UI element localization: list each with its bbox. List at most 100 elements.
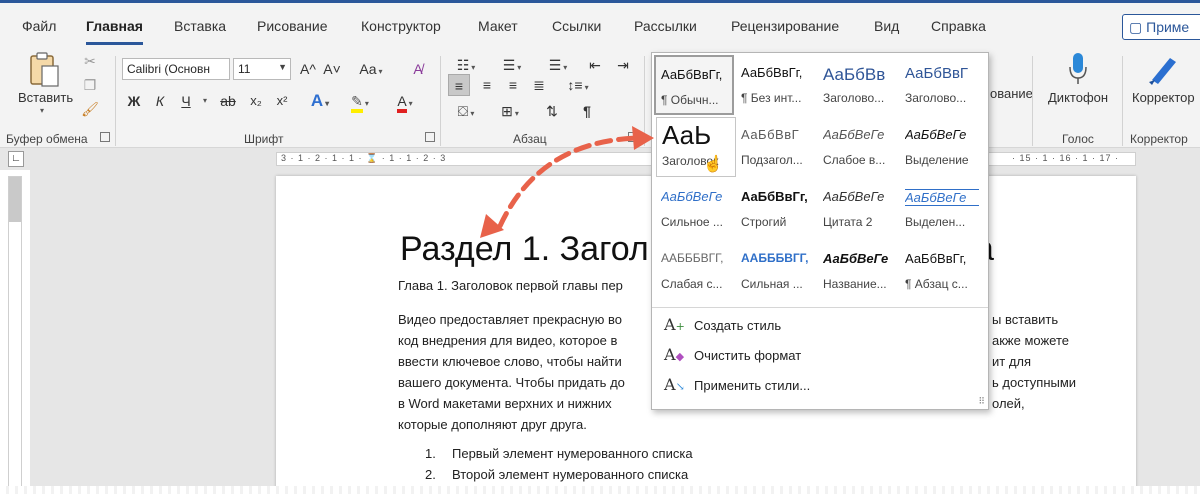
list-number: 2.	[425, 467, 436, 482]
tab-file[interactable]: Файл	[22, 18, 56, 34]
style-subtitle[interactable]: АаБбВвГ Подзагол...	[736, 117, 816, 177]
numbering-button[interactable]: ☰ ▾	[494, 54, 530, 76]
paragraph-line[interactable]: ввести ключевое слово, чтобы найти	[398, 354, 622, 369]
document-subheading[interactable]: Глава 1. Заголовок первой главы пер	[398, 278, 623, 293]
font-launcher-icon[interactable]	[425, 132, 435, 142]
clear-formatting-command[interactable]: A◆ Очистить формат	[664, 343, 974, 367]
chevron-down-icon: ▾	[584, 83, 589, 92]
style-intense-quote[interactable]: АаБбВеГе Выделен...	[900, 179, 980, 239]
editor-label: Корректор	[1132, 90, 1195, 105]
font-size-combo[interactable]: 11 ▼	[233, 58, 291, 80]
strikethrough-button[interactable]: ab	[216, 90, 240, 112]
bullets-button[interactable]: ☷ ▾	[448, 54, 484, 76]
tab-draw[interactable]: Рисование	[257, 18, 328, 34]
chevron-down-icon[interactable]: ▾	[200, 90, 210, 112]
clear-formatting-icon[interactable]: A̸	[406, 58, 430, 80]
tab-view[interactable]: Вид	[874, 18, 899, 34]
paragraph-line[interactable]: код внедрения для видео, которое в	[398, 333, 617, 348]
style-book-title[interactable]: АаБбВеГе Название...	[818, 241, 898, 301]
style-subtle-emphasis[interactable]: АаБбВеГе Слабое в...	[818, 117, 898, 177]
clipboard-icon	[30, 52, 59, 87]
paragraph-line[interactable]: Видео предоставляет прекрасную во	[398, 312, 622, 327]
paragraph-line-tail[interactable]: ит для	[992, 354, 1031, 369]
tab-review[interactable]: Рецензирование	[731, 18, 839, 34]
styles-gallery-dropdown: АаБбВвГг, ¶ Обычн... АаБбВвГг, ¶ Без инт…	[651, 52, 989, 410]
line-spacing-button[interactable]: ↕≡ ▾	[562, 74, 594, 96]
sort-icon[interactable]: ⇅	[540, 100, 564, 122]
vertical-ruler[interactable]	[8, 176, 22, 494]
style-heading-1[interactable]: АаБбВв Заголово...	[818, 55, 898, 115]
highlighter-icon: ✎	[351, 93, 363, 113]
style-normal[interactable]: АаБбВвГг, ¶ Обычн...	[654, 55, 734, 115]
create-style-command[interactable]: A+ Создать стиль	[664, 313, 974, 337]
grow-font-button[interactable]: A^	[298, 58, 318, 80]
notes-button[interactable]: ▢ Приме	[1122, 14, 1200, 40]
paste-button[interactable]: Вставить ▾	[14, 52, 74, 115]
style-emphasis[interactable]: АаБбВеГе Выделение	[900, 117, 980, 177]
paragraph-line-tail[interactable]: олей,	[992, 396, 1025, 411]
list-item[interactable]: Второй элемент нумерованного списка	[452, 467, 688, 482]
style-name: Цитата 2	[823, 215, 873, 229]
style-list-paragraph[interactable]: АаБбВвГг, ¶ Абзац с...	[900, 241, 980, 301]
paragraph-line[interactable]: вашего документа. Чтобы придать до	[398, 375, 625, 390]
document-heading[interactable]: Раздел 1. Загол	[400, 230, 649, 269]
bullet-list-icon: ☷	[456, 57, 470, 73]
tab-design[interactable]: Конструктор	[361, 18, 441, 34]
bold-button[interactable]: Ж	[124, 90, 144, 112]
chevron-down-icon: ▾	[514, 109, 519, 118]
borders-button[interactable]: ⊞ ▾	[494, 100, 526, 122]
tab-references[interactable]: Ссылки	[552, 18, 601, 34]
paste-label: Вставить	[18, 90, 74, 105]
tab-home[interactable]: Главная	[86, 18, 143, 45]
resize-grip-icon[interactable]: ⠿	[978, 396, 985, 407]
style-subtle-reference[interactable]: ААБББВГГ, Слабая с...	[656, 241, 736, 301]
tab-stop-selector[interactable]: ∟	[8, 151, 24, 167]
justify-icon[interactable]: ≣	[528, 74, 550, 96]
superscript-button[interactable]: x²	[272, 90, 292, 112]
list-item[interactable]: Первый элемент нумерованного списка	[452, 446, 693, 461]
italic-button[interactable]: К	[150, 90, 170, 112]
paragraph-line-tail[interactable]: ь доступными	[992, 375, 1076, 390]
paragraph-line[interactable]: в Word макетами верхних и нижних	[398, 396, 612, 411]
style-quote[interactable]: АаБбВеГе Цитата 2	[818, 179, 898, 239]
change-case-button[interactable]: Aa ▾	[356, 58, 386, 80]
clipboard-launcher-icon[interactable]	[100, 132, 110, 142]
dictate-button[interactable]: Диктофон	[1040, 52, 1116, 112]
shrink-font-button[interactable]: A˅	[322, 58, 342, 80]
ruler-bar: ∟ 3 · 1 · 2 · 1 · 1 · ⌛ · 1 · 1 · 2 · 3 …	[0, 148, 1200, 170]
shading-button[interactable]: ⛋ ▾	[450, 100, 482, 122]
underline-button[interactable]: Ч	[176, 90, 196, 112]
cut-icon[interactable]: ✂	[80, 50, 100, 72]
tab-mailings[interactable]: Рассылки	[634, 18, 697, 34]
paragraph-line-tail[interactable]: ы вставить	[992, 312, 1058, 327]
tab-help[interactable]: Справка	[931, 18, 986, 34]
multilevel-list-button[interactable]: ☰ ▾	[540, 54, 576, 76]
copy-icon[interactable]: ❐	[80, 74, 100, 96]
align-center-icon[interactable]: ≡	[476, 74, 498, 96]
tab-layout[interactable]: Макет	[478, 18, 518, 34]
font-name-combo[interactable]: Calibri (Основн	[122, 58, 230, 80]
align-right-icon[interactable]: ≡	[502, 74, 524, 96]
style-heading-2[interactable]: АаБбВвГ Заголово...	[900, 55, 980, 115]
style-no-spacing[interactable]: АаБбВвГг, ¶ Без инт...	[736, 55, 816, 115]
subscript-button[interactable]: x₂	[246, 90, 266, 112]
show-marks-icon[interactable]: ¶	[576, 100, 598, 122]
increase-indent-icon[interactable]: ⇥	[612, 54, 634, 76]
paragraph-line[interactable]: которые дополняют друг друга.	[398, 417, 587, 432]
chevron-down-icon: ▾	[325, 99, 330, 108]
style-intense-emphasis[interactable]: АаБбВеГе Сильное ...	[656, 179, 736, 239]
style-intense-reference[interactable]: ААБББВГГ, Сильная ...	[736, 241, 816, 301]
font-color-button[interactable]: A ▾	[390, 90, 420, 113]
highlight-button[interactable]: ✎ ▾	[346, 90, 374, 113]
paragraph-line-tail[interactable]: акже можете	[992, 333, 1069, 348]
tab-insert[interactable]: Вставка	[174, 18, 226, 34]
style-title[interactable]: АаЬ Заголовок ☝	[656, 117, 736, 177]
text-effects-button[interactable]: A ▾	[306, 90, 334, 112]
decrease-indent-icon[interactable]: ⇤	[584, 54, 606, 76]
format-painter-icon[interactable]: 🖌	[80, 98, 100, 120]
apply-styles-command[interactable]: A↘ Применить стили...	[664, 373, 974, 397]
align-left-icon[interactable]: ≡	[448, 74, 470, 96]
editor-button[interactable]: Корректор	[1128, 52, 1200, 112]
style-strong[interactable]: АаБбВвГг, Строгий	[736, 179, 816, 239]
paragraph-launcher-icon[interactable]	[628, 132, 638, 142]
